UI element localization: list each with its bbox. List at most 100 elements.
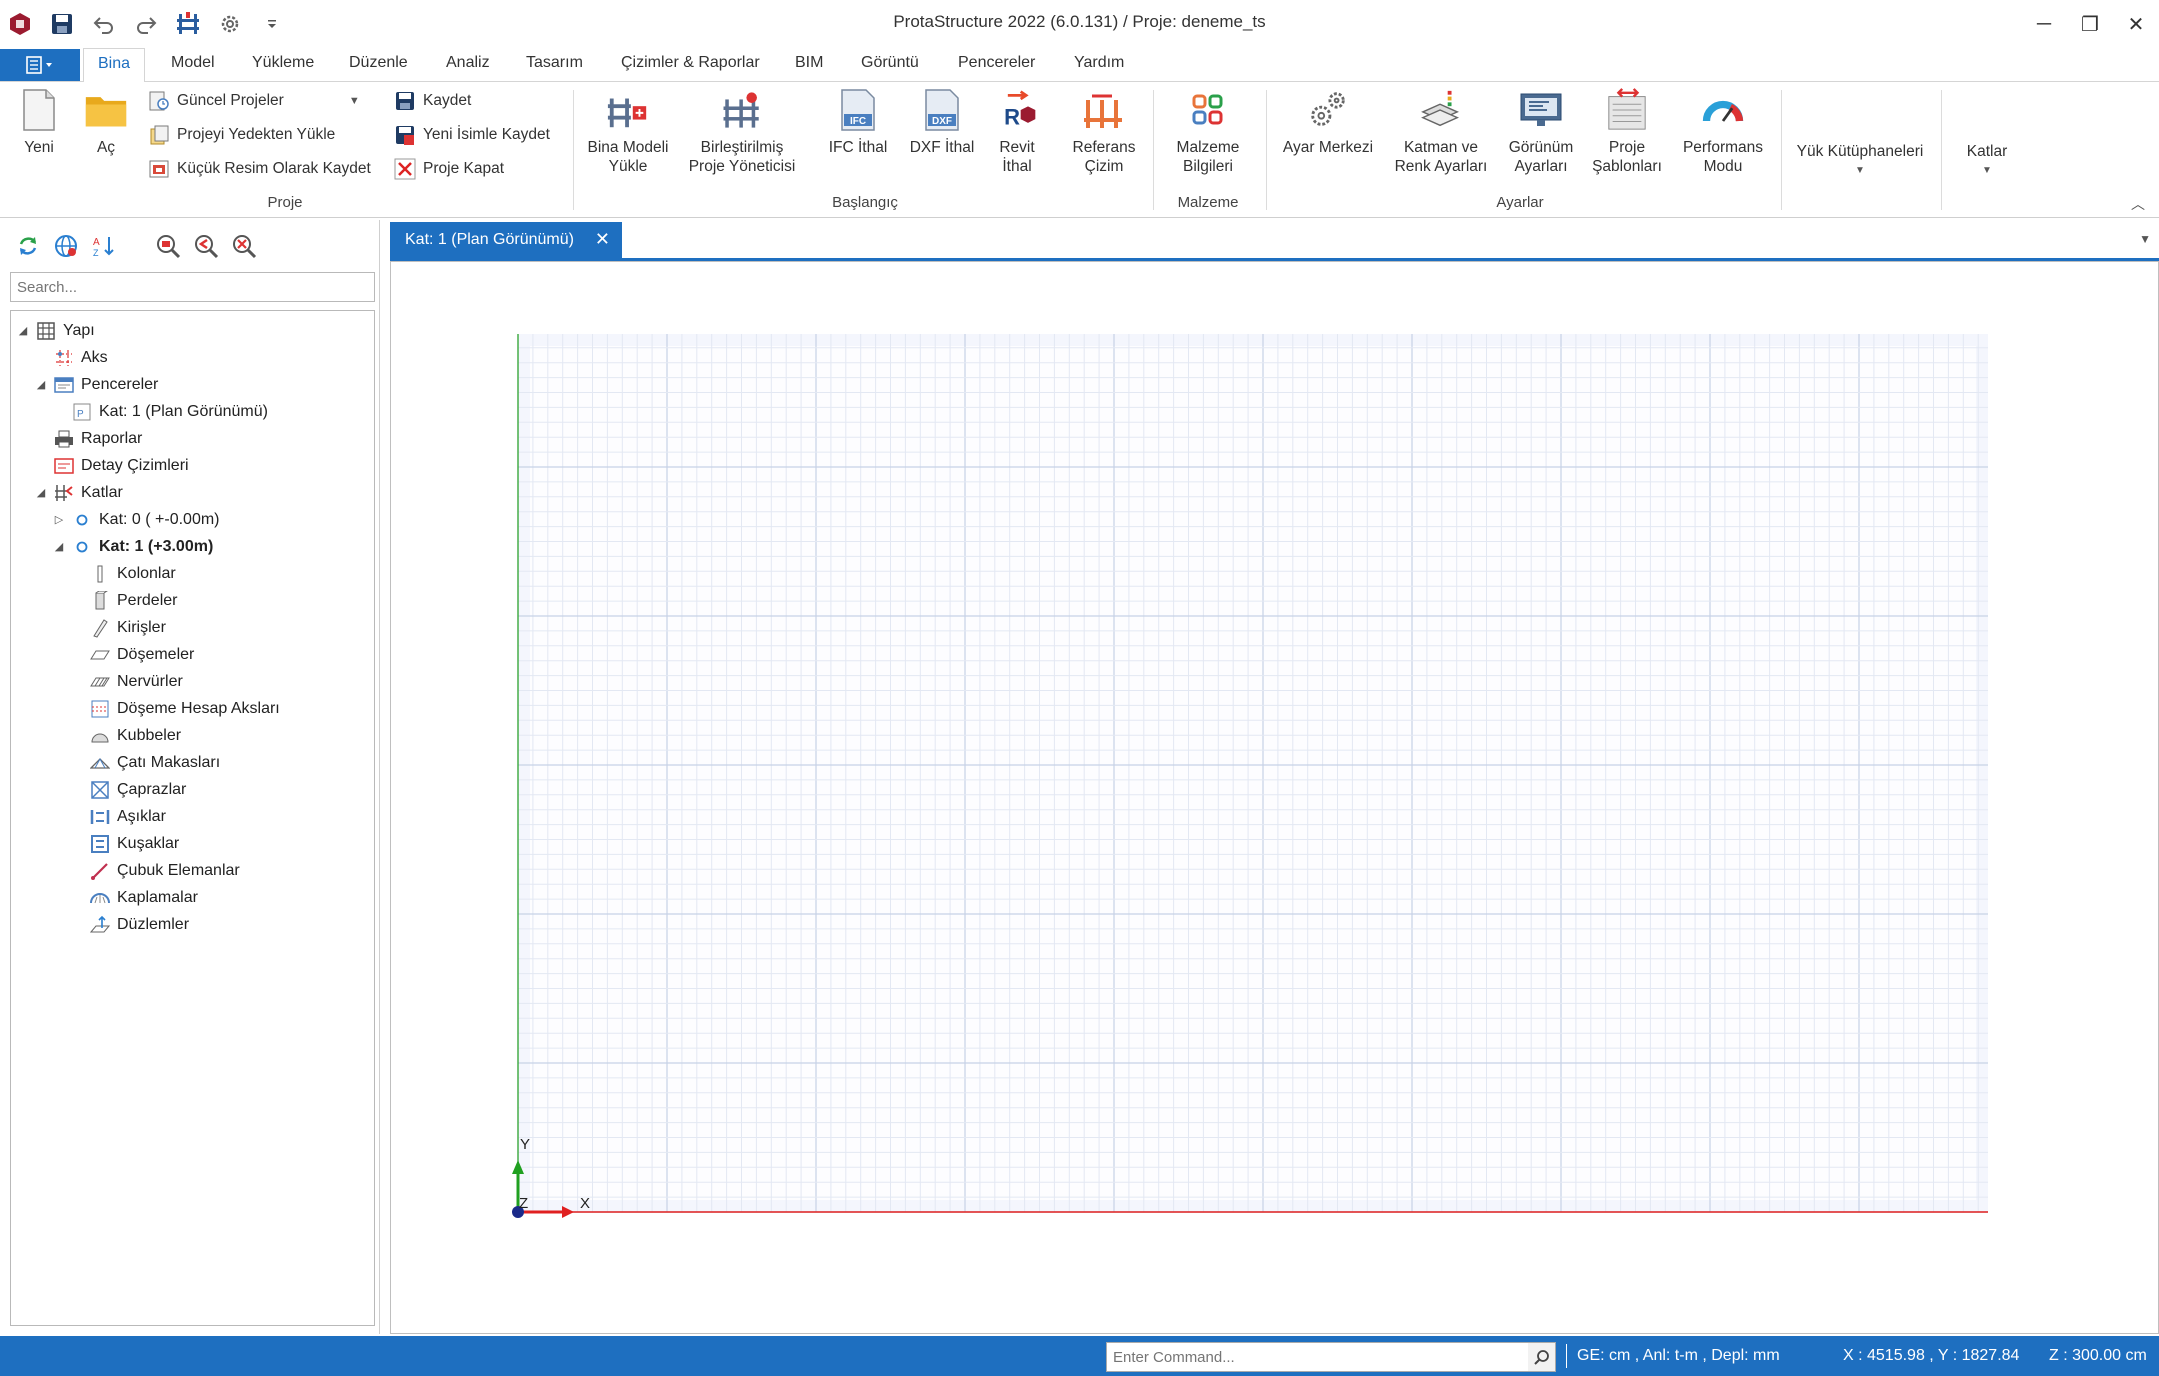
tab-goruntu[interactable]: Görüntü [861,54,919,72]
close-project-button[interactable]: Proje Kapat [394,156,504,182]
document-area: Kat: 1 (Plan Görünümü) ✕ ▼ Y X Z [388,220,2159,1334]
tree-node[interactable]: Düzlemler [71,911,189,938]
svg-text:IFC: IFC [850,116,866,127]
tab-pencereler[interactable]: Pencereler [958,54,1035,72]
tree-node[interactable]: Aşıklar [71,803,166,830]
open-project-button[interactable]: Aç [78,88,134,157]
tab-list-dropdown-icon[interactable]: ▼ [2139,232,2151,246]
tree-node[interactable]: Detay Çizimleri [35,452,189,479]
tab-duzenle[interactable]: Düzenle [349,54,408,72]
tree-node[interactable]: Kolonlar [71,560,176,587]
settings-center-button[interactable]: Ayar Merkezi [1278,88,1378,157]
tree-node[interactable]: ◢ Yapı [17,317,95,344]
zoom-previous-icon[interactable] [192,232,220,260]
tree-node[interactable]: Döşeme Hesap Aksları [71,695,280,722]
tree-node[interactable]: ◢ Kat: 1 (+3.00m) [53,533,214,560]
structure-tree: ◢ Yapı Aks ◢ Pencereler P Kat: 1 (Plan Görünüm… [10,310,375,1326]
sort-icon[interactable]: AZ [90,232,118,260]
group-separator [1941,90,1942,210]
tree-node-label: Kat: 1 (+3.00m) [99,537,214,555]
merged-project-manager-button[interactable]: Birleştirilmiş Proje Yöneticisi [680,88,804,176]
z-level: Z : 300.00 cm [2049,1347,2147,1364]
material-info-button[interactable]: Malzeme Bilgileri [1168,88,1248,176]
plan-viewport[interactable]: Y X Z [390,261,2159,1334]
view-settings-button[interactable]: Görünüm Ayarları [1504,88,1578,176]
recent-projects-button[interactable]: Güncel Projeler ▼ [148,88,360,114]
tab-yukleme[interactable]: Yükleme [252,54,314,72]
load-libraries-dropdown[interactable]: Yük Kütüphaneleri ▼ [1790,142,1930,180]
tree-node-label: Kirişler [117,618,166,636]
new-project-button[interactable]: Yeni [14,88,64,157]
minimize-button[interactable]: ─ [2021,0,2067,48]
y-axis-label: Y [520,1136,530,1153]
material-info-icon [1186,88,1230,132]
tree-node[interactable]: ◢ Katlar [35,479,123,506]
ifc-import-button[interactable]: IFC IFC İthal [820,88,896,157]
performance-mode-button[interactable]: Performans Modu [1676,88,1770,176]
layer-color-settings-button[interactable]: Katman ve Renk Ayarları [1386,88,1496,176]
tree-node-label: Kat: 0 ( +-0.00m) [99,510,220,528]
zoom-selection-icon[interactable] [154,232,182,260]
tree-node[interactable]: Raporlar [35,425,142,452]
chevron-down-icon: ▼ [348,95,360,107]
dxf-import-button[interactable]: DXF DXF İthal [902,88,982,157]
tree-node[interactable]: Çubuk Elemanlar [71,857,240,884]
globe-icon[interactable] [52,232,80,260]
save-thumbnail-button[interactable]: Küçük Resim Olarak Kaydet [148,156,371,182]
tree-node[interactable]: ◢ Pencereler [35,371,159,398]
tree-node[interactable]: Kuşaklar [71,830,179,857]
tree-node[interactable]: Kubbeler [71,722,181,749]
expander-icon[interactable]: ◢ [17,324,29,337]
tree-node-label: Kuşaklar [117,834,180,852]
expander-icon[interactable]: ◢ [53,540,65,553]
structure-tree-panel: AZ ◢ Yapı Aks ◢ Pencereler P Kat: 1 (Plan Görü… [0,220,380,1334]
save-button[interactable]: Kaydet [394,88,471,114]
open-project-label: Aç [96,139,116,156]
search-icon[interactable] [1528,1343,1555,1371]
tree-node[interactable]: ▷ Kat: 0 ( +-0.00m) [53,506,220,533]
tab-model[interactable]: Model [171,54,215,72]
zoom-extents-icon[interactable] [230,232,258,260]
tab-yardim[interactable]: Yardım [1074,54,1124,72]
tab-cizimler-raporlar[interactable]: Çizimler & Raporlar [621,54,760,72]
tree-node[interactable]: P Kat: 1 (Plan Görünümü) [53,398,268,425]
collapse-ribbon-icon[interactable]: ︿ [2131,194,2145,214]
tree-node[interactable]: Kirişler [71,614,166,641]
save-as-button[interactable]: Yeni İsimle Kaydet [394,122,550,148]
command-input[interactable] [1106,1342,1556,1372]
reference-drawing-icon [1082,88,1126,132]
tab-bim[interactable]: BIM [795,54,823,72]
expander-icon[interactable]: ◢ [35,486,47,499]
tree-node[interactable]: Perdeler [71,587,177,614]
tree-node[interactable]: Döşemeler [71,641,194,668]
tree-node[interactable]: Kaplamalar [71,884,198,911]
storeys-dropdown[interactable]: Katlar ▼ [1950,142,2024,180]
application-menu-button[interactable] [0,49,80,81]
gears-icon [1306,88,1350,132]
revit-import-button[interactable]: R Revit İthal [990,88,1044,176]
slab-icon [89,644,111,666]
tree-node[interactable]: Aks [35,344,108,371]
tab-analiz[interactable]: Analiz [446,54,490,72]
close-icon[interactable]: ✕ [595,229,610,250]
tree-node[interactable]: Çaprazlar [71,776,186,803]
tab-tasarim[interactable]: Tasarım [526,54,583,72]
project-templates-button[interactable]: Proje Şablonları [1590,88,1664,176]
reference-drawing-button[interactable]: Referans Çizim [1066,88,1142,176]
close-button[interactable]: ✕ [2113,0,2159,48]
tab-bina[interactable]: Bina [83,48,146,83]
recent-projects-label: Güncel Projeler [177,92,284,109]
load-libraries-label: Yük Kütüphaneleri [1796,143,1924,160]
tree-search-input[interactable] [10,272,375,302]
expander-icon[interactable]: ▷ [53,513,65,526]
svg-text:A: A [93,237,100,248]
doc-tab-plan-view[interactable]: Kat: 1 (Plan Görünümü) ✕ [390,222,622,258]
restore-button[interactable]: ❐ [2067,0,2113,48]
load-building-model-button[interactable]: Bina Modeli Yükle [584,88,672,176]
tree-node[interactable]: Çatı Makasları [71,749,220,776]
expander-icon[interactable]: ◢ [35,378,47,391]
refresh-icon[interactable] [14,232,42,260]
load-from-backup-button[interactable]: Projeyi Yedekten Yükle [148,122,335,148]
merged-project-icon [720,88,764,132]
tree-node[interactable]: Nervürler [71,668,183,695]
